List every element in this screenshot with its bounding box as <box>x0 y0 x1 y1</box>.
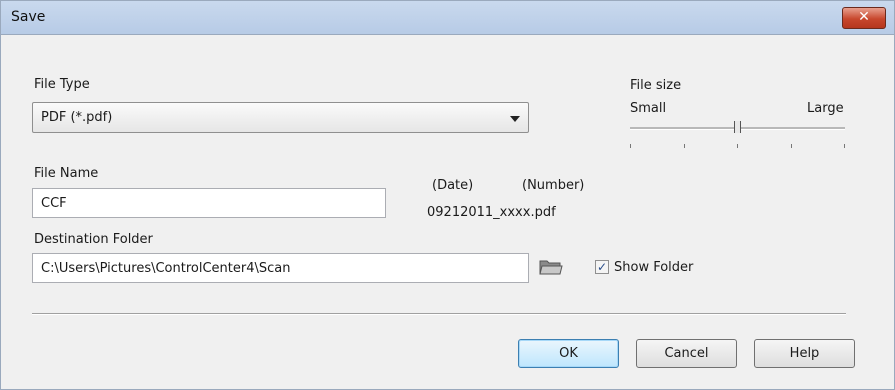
file-type-label: File Type <box>34 77 90 92</box>
slider-tick <box>844 144 845 148</box>
slider-tick <box>630 144 631 148</box>
save-dialog: Save ✕ File Type PDF (*.pdf) File size S… <box>0 0 895 390</box>
file-size-slider-thumb[interactable] <box>734 121 741 133</box>
file-name-label: File Name <box>34 166 99 181</box>
file-type-select[interactable]: PDF (*.pdf) <box>32 102 529 133</box>
file-name-field[interactable] <box>32 188 386 218</box>
slider-tick <box>684 144 685 148</box>
window-title: Save <box>11 9 46 25</box>
close-button[interactable]: ✕ <box>842 7 886 29</box>
folder-icon[interactable] <box>539 258 563 276</box>
file-size-min-label: Small <box>630 101 667 116</box>
chevron-down-icon <box>510 116 520 122</box>
separator <box>32 313 846 315</box>
help-button[interactable]: Help <box>754 339 855 368</box>
file-type-value: PDF (*.pdf) <box>41 110 113 125</box>
checkmark-icon: ✓ <box>596 260 608 274</box>
show-folder-checkbox[interactable]: ✓ <box>595 260 609 274</box>
ok-button[interactable]: OK <box>518 339 619 368</box>
preview-filename: 09212011_xxxx.pdf <box>427 205 556 220</box>
destination-folder-input[interactable] <box>33 254 528 282</box>
file-name-input[interactable] <box>33 189 385 217</box>
show-folder-label: Show Folder <box>614 260 694 275</box>
title-bar: Save ✕ <box>1 1 894 35</box>
slider-tick <box>791 144 792 148</box>
slider-tick <box>737 144 738 148</box>
destination-folder-label: Destination Folder <box>34 232 153 247</box>
destination-folder-field[interactable] <box>32 253 529 283</box>
file-size-label: File size <box>630 78 682 93</box>
preview-number-label: (Number) <box>522 178 585 193</box>
preview-date-label: (Date) <box>432 178 474 193</box>
cancel-button[interactable]: Cancel <box>636 339 737 368</box>
file-size-max-label: Large <box>807 101 844 116</box>
close-icon: ✕ <box>858 9 870 25</box>
